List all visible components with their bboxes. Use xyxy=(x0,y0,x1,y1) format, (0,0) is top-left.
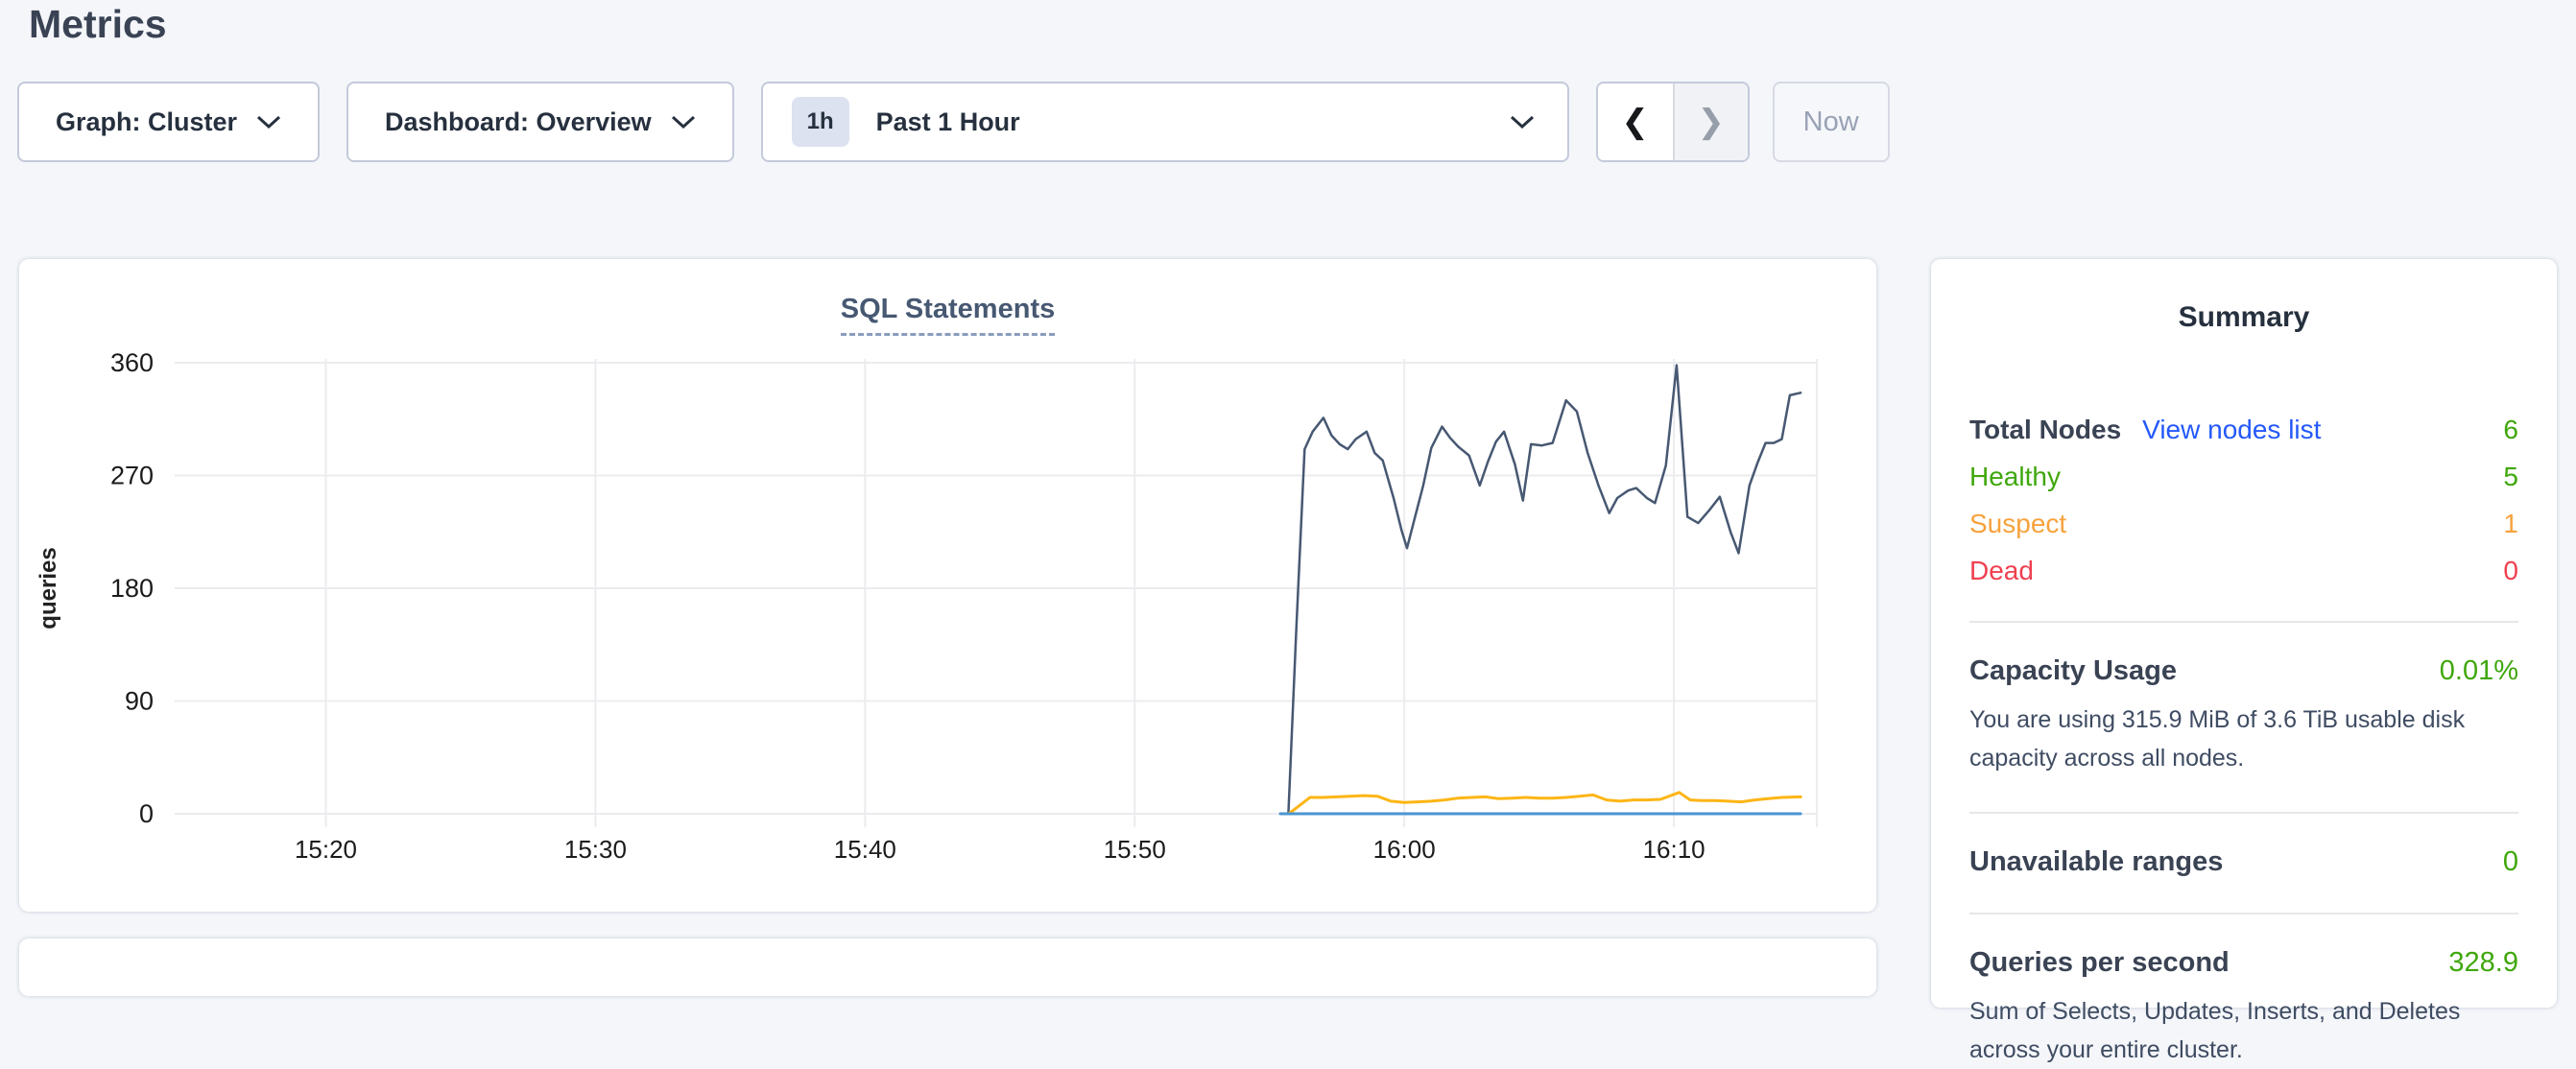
x-tick-label: 15:30 xyxy=(564,835,627,864)
sql-statements-chart[interactable]: 15:20 15:30 15:40 15:50 16:00 16:10 0 90 180 270 3… xyxy=(19,259,1876,912)
time-range-selector[interactable]: 1h Past 1 Hour xyxy=(761,82,1569,162)
summary-title: Summary xyxy=(1969,301,2518,334)
queries-per-second-row: Queries per second 328.9 xyxy=(1969,947,2518,979)
y-axis-label: queries xyxy=(36,547,61,629)
y-tick-label: 0 xyxy=(139,799,154,828)
now-button[interactable]: Now xyxy=(1773,82,1890,162)
next-time-button[interactable]: ❯ xyxy=(1673,83,1748,160)
queries-per-second-description: Sum of Selects, Updates, Inserts, and De… xyxy=(1969,992,2518,1069)
dead-value: 0 xyxy=(2503,556,2518,586)
previous-time-button[interactable]: ❮ xyxy=(1598,83,1673,160)
graph-dropdown-label: Graph: Cluster xyxy=(56,107,237,137)
capacity-usage-label: Capacity Usage xyxy=(1969,655,2177,687)
page-title: Metrics xyxy=(29,2,167,47)
x-tick-label: 15:50 xyxy=(1104,835,1166,864)
suspect-nodes-row: Suspect 1 xyxy=(1969,509,2518,539)
divider xyxy=(1969,812,2518,814)
unavailable-ranges-value: 0 xyxy=(2503,846,2518,878)
x-tick-label: 16:10 xyxy=(1643,835,1705,864)
metrics-toolbar: Graph: Cluster Dashboard: Overview 1h Pa… xyxy=(17,82,1890,162)
queries-per-second-value: 328.9 xyxy=(2448,947,2518,979)
capacity-usage-description: You are using 315.9 MiB of 3.6 TiB usabl… xyxy=(1969,701,2518,777)
healthy-label: Healthy xyxy=(1969,462,2061,492)
suspect-label: Suspect xyxy=(1969,509,2066,539)
divider xyxy=(1969,621,2518,623)
series-yellow-line xyxy=(1288,793,1801,814)
view-nodes-list-link[interactable]: View nodes list xyxy=(2142,415,2321,445)
next-chart-card xyxy=(19,938,1876,996)
unavailable-ranges-label: Unavailable ranges xyxy=(1969,846,2223,878)
total-nodes-row: Total Nodes View nodes list 6 xyxy=(1969,415,2518,445)
y-tick-label: 360 xyxy=(110,348,154,377)
chevron-down-icon xyxy=(1510,114,1535,130)
capacity-usage-value: 0.01% xyxy=(2440,655,2518,687)
dead-nodes-row: Dead 0 xyxy=(1969,556,2518,586)
total-nodes-value: 6 xyxy=(2503,415,2518,445)
y-tick-label: 270 xyxy=(110,462,154,490)
time-range-label: Past 1 Hour xyxy=(876,107,1020,137)
x-tick-label: 15:40 xyxy=(834,835,896,864)
y-tick-label: 90 xyxy=(125,687,154,716)
dashboard-dropdown[interactable]: Dashboard: Overview xyxy=(346,82,734,162)
dashboard-dropdown-label: Dashboard: Overview xyxy=(385,107,652,137)
x-tick-label: 16:00 xyxy=(1373,835,1436,864)
divider xyxy=(1969,913,2518,915)
suspect-value: 1 xyxy=(2503,509,2518,539)
chevron-left-icon: ❮ xyxy=(1621,103,1649,141)
x-tick-label: 15:20 xyxy=(295,835,357,864)
graph-dropdown[interactable]: Graph: Cluster xyxy=(17,82,320,162)
dead-label: Dead xyxy=(1969,556,2034,586)
sql-statements-card: SQL Statements 15:2015:3015:4015:5016:00… xyxy=(19,259,1876,912)
summary-panel: Summary Total Nodes View nodes list 6 He… xyxy=(1931,259,2557,1008)
chevron-down-icon xyxy=(256,114,281,130)
healthy-value: 5 xyxy=(2503,462,2518,492)
series-navy-line xyxy=(1288,366,1801,814)
healthy-nodes-row: Healthy 5 xyxy=(1969,462,2518,492)
time-range-badge: 1h xyxy=(792,97,849,147)
unavailable-ranges-row: Unavailable ranges 0 xyxy=(1969,846,2518,878)
queries-per-second-label: Queries per second xyxy=(1969,947,2230,979)
total-nodes-label: Total Nodes xyxy=(1969,415,2121,445)
y-tick-label: 180 xyxy=(110,574,154,603)
chevron-right-icon: ❯ xyxy=(1697,103,1725,141)
chevron-down-icon xyxy=(671,114,696,130)
capacity-usage-row: Capacity Usage 0.01% xyxy=(1969,655,2518,687)
time-step-buttons: ❮ ❯ xyxy=(1596,82,1750,162)
